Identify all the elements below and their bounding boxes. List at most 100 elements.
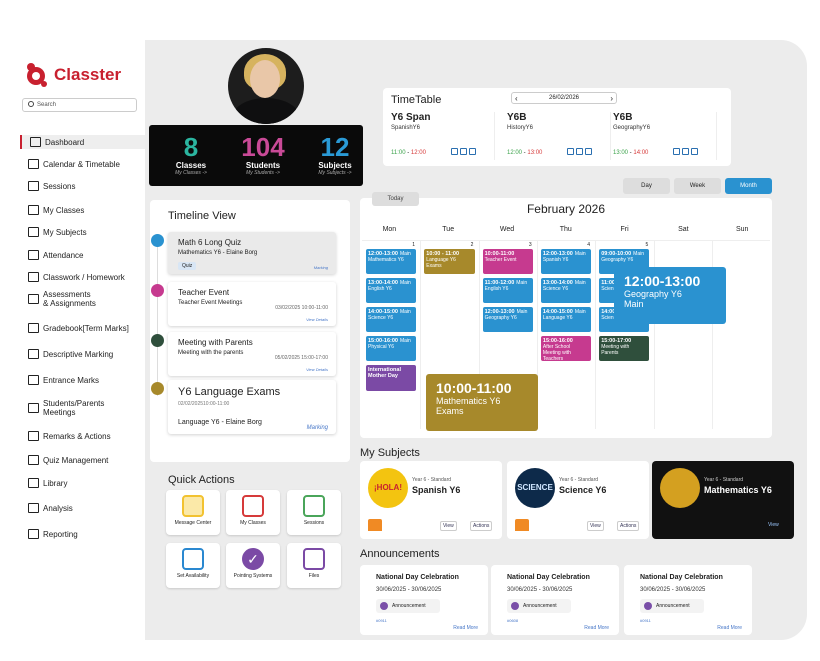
stat-link[interactable]: My Classes -> xyxy=(161,170,221,176)
calendar-event[interactable]: 14:00-15:00 Main Language Y6 xyxy=(540,307,592,332)
stat-students[interactable]: 104 Students My Students -> xyxy=(233,133,293,176)
sidebar-item[interactable]: Attendance xyxy=(20,248,145,262)
quick-action-button[interactable]: ✓ Pointing Systems xyxy=(226,543,280,588)
subject-view-button[interactable]: View xyxy=(440,521,457,531)
popup-subject: Geography Y6 xyxy=(624,289,682,299)
calendar-event[interactable]: 10:00 - 11:00 Language Y6 Exams xyxy=(424,249,475,274)
sidebar-item[interactable]: Entrance Marks xyxy=(20,373,145,387)
read-more-link[interactable]: Read More xyxy=(584,625,609,631)
subject-card[interactable]: SCIENCE Year 6 - Standard Science Y6 View Ac… xyxy=(507,461,649,539)
calendar-event[interactable]: 15:00-17:00 Meeting with Parents xyxy=(599,336,650,361)
timetable-class: Y6 Span xyxy=(391,112,431,123)
sidebar-item[interactable]: Descriptive Marking xyxy=(20,347,145,361)
sidebar-item[interactable]: My Subjects xyxy=(20,225,145,239)
users-icon[interactable] xyxy=(691,148,698,155)
quick-action-button[interactable]: Files xyxy=(287,543,341,588)
timetable-item[interactable]: Y6 Span SpanishY6 11:00 - 12:00 xyxy=(391,112,495,160)
users-icon[interactable] xyxy=(585,148,592,155)
quick-action-button[interactable]: My Classes xyxy=(226,490,280,535)
event-popup[interactable]: 10:00-11:00 Mathematics Y6 Exams xyxy=(426,374,538,431)
day-view-button[interactable]: Day xyxy=(623,178,670,194)
sidebar-item[interactable]: Reporting xyxy=(20,527,145,541)
event-popup[interactable]: 12:00-13:00 Geography Y6 Main xyxy=(614,267,726,324)
calendar-event[interactable]: 12:00-13:00 Main Spanish Y6 xyxy=(540,249,592,274)
sidebar-item[interactable]: Assessments & Assignments xyxy=(20,290,145,308)
subject-actions-button[interactable]: Actions xyxy=(470,521,493,531)
calendar-event[interactable]: 10:00-11:00 Teacher Event xyxy=(482,249,533,274)
timetable-actions[interactable] xyxy=(451,148,476,155)
subject-card[interactable]: Year 6 - Standard Mathematics Y6 View xyxy=(652,461,794,539)
chevron-left-icon[interactable]: ‹ xyxy=(515,93,518,104)
sidebar-item[interactable]: Analysis xyxy=(20,501,145,515)
timeline-item-link[interactable]: View Details xyxy=(306,367,328,372)
quick-action-button[interactable]: Message Center xyxy=(166,490,220,535)
timetable-item[interactable]: Y6B HistoryY6 12:00 - 13:00 xyxy=(507,112,611,160)
timeline-item-link[interactable]: View Details xyxy=(306,317,328,322)
timetable-subject: HistoryY6 xyxy=(507,125,534,131)
announcement-card[interactable]: National Day Celebration 30/06/2025 - 30/… xyxy=(360,565,488,635)
subject-view-button[interactable]: View xyxy=(587,521,604,531)
announcement-card[interactable]: National Day Celebration 30/06/2025 - 30/… xyxy=(491,565,619,635)
timeline-item[interactable]: Math 6 Long Quiz Mathematics Y6 - Elaine … xyxy=(168,232,336,274)
file-icon[interactable] xyxy=(451,148,458,155)
calendar-event[interactable]: 11:00-12:00 Main English Y6 xyxy=(482,278,533,303)
timetable-actions[interactable] xyxy=(673,148,698,155)
stat-subjects[interactable]: 12 Subjects My Subjects -> xyxy=(305,133,365,176)
stat-link[interactable]: My Students -> xyxy=(233,170,293,176)
calendar-event[interactable]: International Mother Day xyxy=(366,365,417,391)
sidebar-item[interactable]: Quiz Management xyxy=(20,453,145,467)
sidebar-item[interactable]: Sessions xyxy=(20,179,145,193)
month-view-button[interactable]: Month xyxy=(725,178,772,194)
sidebar-item-label: Dashboard xyxy=(45,137,85,147)
stat-link[interactable]: My Subjects -> xyxy=(305,170,365,176)
sidebar-item[interactable]: Remarks & Actions xyxy=(20,429,145,443)
timeline-item-link[interactable]: Marking xyxy=(307,425,328,431)
users-icon[interactable] xyxy=(469,148,476,155)
sidebar-item[interactable]: Students/Parents Meetings xyxy=(20,399,145,417)
subject-actions-button[interactable]: Actions xyxy=(617,521,640,531)
today-button[interactable]: Today xyxy=(372,192,419,206)
subject-card[interactable]: ¡HOLA! Year 6 - Standard Spanish Y6 View Act… xyxy=(360,461,502,539)
timeline-item[interactable]: Meeting with Parents Meeting with the par… xyxy=(168,332,336,376)
sidebar-item[interactable]: Classwork / Homework xyxy=(20,270,145,284)
announcement-dates: 30/06/2025 - 30/06/2025 xyxy=(376,587,442,593)
timetable-actions[interactable] xyxy=(567,148,592,155)
sidebar-item[interactable]: My Classes xyxy=(20,203,145,217)
sidebar-item[interactable]: Dashboard xyxy=(20,135,145,149)
timetable-date-picker[interactable]: ‹ 26/02/2026 › xyxy=(511,92,617,104)
calendar-event[interactable]: 13:00-14:00 Main English Y6 xyxy=(366,278,417,303)
read-more-link[interactable]: Read More xyxy=(717,625,742,631)
quick-action-button[interactable]: Sessions xyxy=(287,490,341,535)
quick-action-button[interactable]: Set Availability xyxy=(166,543,220,588)
timeline-item[interactable]: Y6 Language Exams 02/02/202510:00-11:00 La… xyxy=(168,380,336,434)
calendar-event[interactable]: 15:00-16:00 Main Physical Y6 xyxy=(366,336,417,361)
brand-logo[interactable]: Classter xyxy=(24,62,121,88)
calendar-event[interactable]: 14:00-15:00MainScience Y6 xyxy=(366,307,417,332)
time-start: 13:00 xyxy=(613,150,629,156)
timeline-item[interactable]: Teacher Event Teacher Event Meetings 03/02… xyxy=(168,282,336,326)
chevron-right-icon[interactable]: › xyxy=(610,93,613,104)
calendar-icon[interactable] xyxy=(576,148,583,155)
announcement-tag-label: Announcement xyxy=(392,603,426,609)
sidebar-item[interactable]: Calendar & Timetable xyxy=(20,157,145,171)
week-view-button[interactable]: Week xyxy=(674,178,721,194)
sidebar-item[interactable]: Gradebook[Term Marks] xyxy=(20,321,145,335)
calendar-event[interactable]: 13:00-14:00 Main Science Y6 xyxy=(540,278,592,303)
subject-view-button[interactable]: View xyxy=(766,521,781,531)
calendar-icon[interactable] xyxy=(682,148,689,155)
announcement-card[interactable]: National Day Celebration 30/06/2025 - 30/… xyxy=(624,565,752,635)
read-more-link[interactable]: Read More xyxy=(453,625,478,631)
stat-label: Classes xyxy=(175,161,207,170)
stat-classes[interactable]: 8 Classes My Classes -> xyxy=(161,133,221,176)
sidebar-item[interactable]: Library xyxy=(20,476,145,490)
timetable-item[interactable]: Y6B GeographyY6 13:00 - 14:00 xyxy=(613,112,717,160)
calendar-event[interactable]: 12:00-13:00 Main Mathematics Y6 xyxy=(366,249,417,274)
file-icon[interactable] xyxy=(673,148,680,155)
search-input[interactable]: Search xyxy=(22,98,137,112)
file-icon[interactable] xyxy=(567,148,574,155)
calendar-event[interactable]: 12:00-13:00 Main Geography Y6 xyxy=(482,307,533,332)
timeline-item-link[interactable]: Marking xyxy=(314,265,328,270)
avatar[interactable] xyxy=(228,48,304,124)
calendar-event[interactable]: 15:00-16:00 After School Meeting with Tea… xyxy=(540,336,592,362)
calendar-icon[interactable] xyxy=(460,148,467,155)
